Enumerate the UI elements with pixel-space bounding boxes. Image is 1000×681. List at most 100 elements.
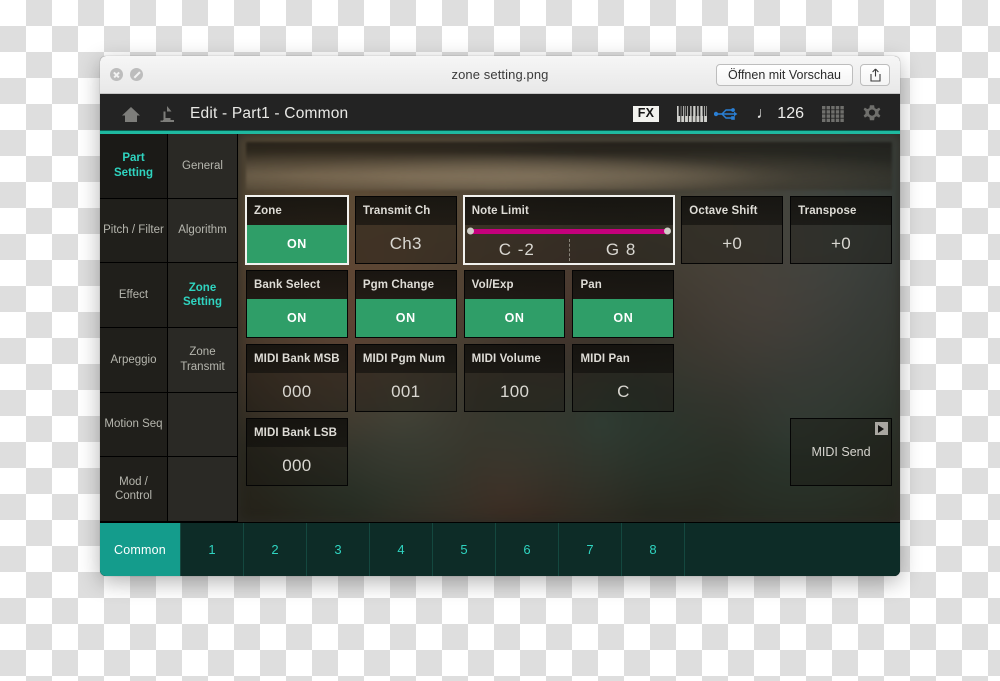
share-icon: [869, 68, 882, 82]
param-empty-r2-1: [681, 270, 783, 338]
param-midi-bank-lsb[interactable]: MIDI Bank LSB 000: [246, 418, 348, 486]
part-tab-4[interactable]: 4: [369, 523, 432, 576]
param-empty-r4-2: [464, 418, 566, 486]
param-midi-pgm-num-value: 001: [356, 373, 456, 411]
part-tab-common[interactable]: Common: [100, 523, 180, 576]
tempo-note-icon: ♩: [756, 105, 772, 123]
param-row-2: Bank Select ON Pgm Change ON Vol/Exp ON: [246, 270, 892, 338]
keyboard-icon: [677, 106, 707, 122]
param-vol-exp-toggle[interactable]: ON: [465, 299, 565, 337]
param-octave-shift-label: Octave Shift: [682, 197, 782, 225]
param-pgm-change-toggle[interactable]: ON: [356, 299, 456, 337]
part-tab-3[interactable]: 3: [306, 523, 369, 576]
param-octave-shift[interactable]: Octave Shift +0: [681, 196, 783, 264]
param-transpose-value: +0: [791, 225, 891, 263]
grid-icon[interactable]: [822, 106, 844, 122]
tempo-value: 126: [777, 105, 804, 123]
sidebar-item-mod-control[interactable]: Mod / Control: [100, 457, 167, 522]
param-note-limit[interactable]: Note Limit C -2 G 8: [464, 196, 675, 264]
param-midi-pan[interactable]: MIDI Pan C: [572, 344, 674, 412]
part-bar-filler: [684, 523, 900, 576]
param-midi-volume-label: MIDI Volume: [465, 345, 565, 373]
param-vol-exp-label: Vol/Exp: [465, 271, 565, 299]
sidebar-item-zone-setting[interactable]: Zone Setting: [168, 263, 237, 328]
note-limit-range-track: [471, 229, 668, 234]
note-limit-high-value[interactable]: G 8: [569, 240, 673, 260]
submenu-arrow-icon[interactable]: [875, 422, 888, 435]
param-row-4: MIDI Bank LSB 000 MIDI Send: [246, 418, 892, 486]
obscured-top-strip: [246, 142, 892, 190]
param-zone-label: Zone: [247, 197, 347, 225]
param-bank-select-toggle[interactable]: ON: [247, 299, 347, 337]
param-zone-toggle[interactable]: ON: [247, 225, 347, 263]
share-button[interactable]: [860, 64, 890, 86]
gear-icon[interactable]: [862, 104, 882, 124]
window-controls: [100, 68, 143, 81]
param-transpose[interactable]: Transpose +0: [790, 196, 892, 264]
sidebar-item-general[interactable]: General: [168, 134, 237, 199]
sidebar-item-motion-seq[interactable]: Motion Seq: [100, 393, 167, 458]
sidebar-item-part-setting[interactable]: Part Setting: [100, 134, 167, 199]
param-midi-bank-msb-label: MIDI Bank MSB: [247, 345, 347, 373]
param-midi-pan-label: MIDI Pan: [573, 345, 673, 373]
close-circle-icon[interactable]: [110, 68, 123, 81]
param-empty-r3-2: [790, 344, 892, 412]
part-tab-7[interactable]: 7: [558, 523, 621, 576]
param-midi-bank-lsb-label: MIDI Bank LSB: [247, 419, 347, 447]
part-tab-5[interactable]: 5: [432, 523, 495, 576]
param-midi-volume-value: 100: [465, 373, 565, 411]
tempo-display[interactable]: ♩ 126: [756, 105, 804, 123]
param-octave-shift-value: +0: [682, 225, 782, 263]
usb-icon: [714, 107, 738, 121]
no-entry-circle-icon[interactable]: [130, 68, 143, 81]
part-tab-1[interactable]: 1: [180, 523, 243, 576]
note-limit-range-slider[interactable]: [465, 225, 674, 237]
param-bank-select-label: Bank Select: [247, 271, 347, 299]
param-row-1: Zone ON Transmit Ch Ch3 Note Limit: [246, 196, 892, 264]
param-pan-toggle[interactable]: ON: [573, 299, 673, 337]
param-pgm-change[interactable]: Pgm Change ON: [355, 270, 457, 338]
page-title: Edit - Part1 - Common: [190, 105, 348, 123]
header-status-icons: FX: [633, 104, 882, 124]
part-selector-bar: Common 1 2 3 4 5 6 7 8: [100, 522, 900, 576]
param-empty-r4-4: [681, 418, 783, 486]
open-with-preview-button[interactable]: Öffnen mit Vorschau: [716, 64, 853, 86]
part-tab-2[interactable]: 2: [243, 523, 306, 576]
note-limit-low-value[interactable]: C -2: [465, 240, 569, 260]
param-transmit-ch[interactable]: Transmit Ch Ch3: [355, 196, 457, 264]
param-bank-select[interactable]: Bank Select ON: [246, 270, 348, 338]
sidebar-primary: Part Setting Pitch / Filter Effect Arpeg…: [100, 134, 168, 522]
param-pan[interactable]: Pan ON: [572, 270, 674, 338]
synth-body: Part Setting Pitch / Filter Effect Arpeg…: [100, 134, 900, 522]
param-zone[interactable]: Zone ON: [246, 196, 348, 264]
fx-badge[interactable]: FX: [633, 106, 660, 122]
synth-ui: Edit - Part1 - Common FX: [100, 94, 900, 576]
window-titlebar: zone setting.png Öffnen mit Vorschau: [100, 56, 900, 94]
param-transmit-ch-value: Ch3: [356, 225, 456, 263]
sidebar-item-pitch-filter[interactable]: Pitch / Filter: [100, 199, 167, 264]
param-empty-r4-1: [355, 418, 457, 486]
param-vol-exp[interactable]: Vol/Exp ON: [464, 270, 566, 338]
home-icon[interactable]: [114, 105, 148, 123]
midi-send-button[interactable]: MIDI Send: [790, 418, 892, 486]
sidebar-item-empty-2: [168, 457, 237, 522]
note-limit-high-handle[interactable]: [664, 228, 671, 235]
part-tab-6[interactable]: 6: [495, 523, 558, 576]
sidebar-item-arpeggio[interactable]: Arpeggio: [100, 328, 167, 393]
param-midi-pgm-num-label: MIDI Pgm Num: [356, 345, 456, 373]
param-midi-bank-msb-value: 000: [247, 373, 347, 411]
note-limit-low-handle[interactable]: [467, 228, 474, 235]
up-arrow-icon[interactable]: [150, 104, 184, 124]
part-tab-8[interactable]: 8: [621, 523, 684, 576]
param-transpose-label: Transpose: [791, 197, 891, 225]
sidebar-item-algorithm[interactable]: Algorithm: [168, 199, 237, 264]
note-limit-values: C -2 G 8: [465, 237, 674, 263]
param-midi-volume[interactable]: MIDI Volume 100: [464, 344, 566, 412]
param-midi-pgm-num[interactable]: MIDI Pgm Num 001: [355, 344, 457, 412]
sidebar-item-effect[interactable]: Effect: [100, 263, 167, 328]
sidebar-item-zone-transmit[interactable]: Zone Transmit: [168, 328, 237, 393]
param-midi-bank-msb[interactable]: MIDI Bank MSB 000: [246, 344, 348, 412]
titlebar-actions: Öffnen mit Vorschau: [716, 64, 900, 86]
param-empty-r3-1: [681, 344, 783, 412]
synth-header: Edit - Part1 - Common FX: [100, 94, 900, 134]
